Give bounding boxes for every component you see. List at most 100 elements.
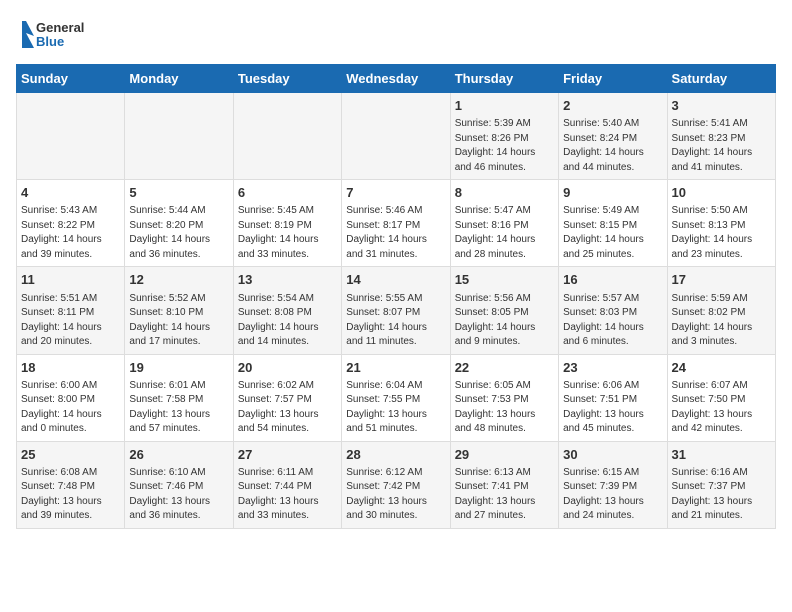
day-content: Sunrise: 5:47 AM Sunset: 8:16 PM Dayligh… [455, 204, 554, 262]
day-number: 31 [672, 446, 771, 464]
calendar-week-row: 11 Sunrise: 5:51 AM Sunset: 8:11 PM Dayli… [17, 267, 776, 354]
header: General Blue [16, 16, 776, 56]
day-content: Sunrise: 6:12 AM Sunset: 7:42 PM Dayligh… [346, 466, 445, 524]
day-number: 3 [672, 97, 771, 115]
day-number: 13 [238, 271, 337, 289]
day-number: 24 [672, 359, 771, 377]
day-number: 22 [455, 359, 554, 377]
calendar-cell [342, 93, 450, 180]
day-content: Sunrise: 5:39 AM Sunset: 8:26 PM Dayligh… [455, 117, 554, 175]
day-number: 8 [455, 184, 554, 202]
calendar-cell: 1 Sunrise: 5:39 AM Sunset: 8:26 PM Daylig… [450, 93, 558, 180]
header-tuesday: Tuesday [233, 65, 341, 93]
day-number: 11 [21, 271, 120, 289]
day-content: Sunrise: 6:15 AM Sunset: 7:39 PM Dayligh… [563, 466, 662, 524]
day-number: 14 [346, 271, 445, 289]
calendar-cell: 9Sunrise: 5:49 AM Sunset: 8:15 PM Daylig… [559, 180, 667, 267]
day-content: Sunrise: 5:51 AM Sunset: 8:11 PM Dayligh… [21, 292, 120, 350]
day-content: Sunrise: 5:43 AM Sunset: 8:22 PM Dayligh… [21, 204, 120, 262]
calendar-cell: 25Sunrise: 6:08 AM Sunset: 7:48 PM Dayli… [17, 441, 125, 528]
day-content: Sunrise: 5:41 AM Sunset: 8:23 PM Dayligh… [672, 117, 771, 175]
header-thursday: Thursday [450, 65, 558, 93]
day-content: Sunrise: 6:01 AM Sunset: 7:58 PM Dayligh… [129, 379, 228, 437]
calendar-week-row: 25Sunrise: 6:08 AM Sunset: 7:48 PM Dayli… [17, 441, 776, 528]
day-number: 21 [346, 359, 445, 377]
calendar-cell: 27 Sunrise: 6:11 AM Sunset: 7:44 PM Dayli… [233, 441, 341, 528]
day-content: Sunrise: 5:45 AM Sunset: 8:19 PM Dayligh… [238, 204, 337, 262]
calendar-cell: 12 Sunrise: 5:52 AM Sunset: 8:10 PM Dayli… [125, 267, 233, 354]
day-content: Sunrise: 6:11 AM Sunset: 7:44 PM Dayligh… [238, 466, 337, 524]
day-content: Sunrise: 6:04 AM Sunset: 7:55 PM Dayligh… [346, 379, 445, 437]
day-number: 27 [238, 446, 337, 464]
day-content: Sunrise: 6:13 AM Sunset: 7:41 PM Dayligh… [455, 466, 554, 524]
day-number: 17 [672, 271, 771, 289]
calendar-cell: 17 Sunrise: 5:59 AM Sunset: 8:02 PM Dayli… [667, 267, 775, 354]
day-number: 12 [129, 271, 228, 289]
day-number: 7 [346, 184, 445, 202]
day-content: Sunrise: 5:57 AM Sunset: 8:03 PM Dayligh… [563, 292, 662, 350]
day-number: 10 [672, 184, 771, 202]
day-number: 5 [129, 184, 228, 202]
day-content: Sunrise: 6:05 AM Sunset: 7:53 PM Dayligh… [455, 379, 554, 437]
header-friday: Friday [559, 65, 667, 93]
day-number: 29 [455, 446, 554, 464]
day-number: 23 [563, 359, 662, 377]
day-number: 20 [238, 359, 337, 377]
day-content: Sunrise: 6:16 AM Sunset: 7:37 PM Dayligh… [672, 466, 771, 524]
day-number: 2 [563, 97, 662, 115]
calendar-cell: 16 Sunrise: 5:57 AM Sunset: 8:03 PM Dayli… [559, 267, 667, 354]
logo: General Blue [16, 16, 86, 56]
calendar-cell: 3 Sunrise: 5:41 AM Sunset: 8:23 PM Daylig… [667, 93, 775, 180]
calendar-cell: 5 Sunrise: 5:44 AM Sunset: 8:20 PM Daylig… [125, 180, 233, 267]
day-content: Sunrise: 6:07 AM Sunset: 7:50 PM Dayligh… [672, 379, 771, 437]
day-number: 30 [563, 446, 662, 464]
calendar-cell: 29 Sunrise: 6:13 AM Sunset: 7:41 PM Dayli… [450, 441, 558, 528]
day-content: Sunrise: 6:08 AM Sunset: 7:48 PM Dayligh… [21, 466, 120, 524]
day-number: 1 [455, 97, 554, 115]
calendar-cell: 10 Sunrise: 5:50 AM Sunset: 8:13 PM Dayli… [667, 180, 775, 267]
calendar-cell [233, 93, 341, 180]
day-number: 26 [129, 446, 228, 464]
day-content: Sunrise: 6:00 AM Sunset: 8:00 PM Dayligh… [21, 379, 120, 437]
calendar-cell: 24 Sunrise: 6:07 AM Sunset: 7:50 PM Dayli… [667, 354, 775, 441]
header-monday: Monday [125, 65, 233, 93]
calendar-cell: 2 Sunrise: 5:40 AM Sunset: 8:24 PM Daylig… [559, 93, 667, 180]
calendar-cell: 14 Sunrise: 5:55 AM Sunset: 8:07 PM Dayli… [342, 267, 450, 354]
calendar-cell: 28 Sunrise: 6:12 AM Sunset: 7:42 PM Dayli… [342, 441, 450, 528]
day-content: Sunrise: 5:59 AM Sunset: 8:02 PM Dayligh… [672, 292, 771, 350]
day-number: 18 [21, 359, 120, 377]
calendar-cell: 15 Sunrise: 5:56 AM Sunset: 8:05 PM Dayli… [450, 267, 558, 354]
calendar-cell: 19Sunrise: 6:01 AM Sunset: 7:58 PM Dayli… [125, 354, 233, 441]
day-content: Sunrise: 5:55 AM Sunset: 8:07 PM Dayligh… [346, 292, 445, 350]
day-number: 9 [563, 184, 662, 202]
calendar-cell: 18 Sunrise: 6:00 AM Sunset: 8:00 PM Dayli… [17, 354, 125, 441]
calendar-cell: 30 Sunrise: 6:15 AM Sunset: 7:39 PM Dayli… [559, 441, 667, 528]
day-content: Sunrise: 5:46 AM Sunset: 8:17 PM Dayligh… [346, 204, 445, 262]
calendar-cell: 20Sunrise: 6:02 AM Sunset: 7:57 PM Dayli… [233, 354, 341, 441]
day-content: Sunrise: 6:10 AM Sunset: 7:46 PM Dayligh… [129, 466, 228, 524]
calendar-table: SundayMondayTuesdayWednesdayThursdayFrid… [16, 64, 776, 529]
day-number: 28 [346, 446, 445, 464]
calendar-cell: 23 Sunrise: 6:06 AM Sunset: 7:51 PM Dayli… [559, 354, 667, 441]
svg-text:Blue: Blue [36, 34, 64, 49]
calendar-cell: 26 Sunrise: 6:10 AM Sunset: 7:46 PM Dayli… [125, 441, 233, 528]
calendar-cell: 13Sunrise: 5:54 AM Sunset: 8:08 PM Dayli… [233, 267, 341, 354]
header-saturday: Saturday [667, 65, 775, 93]
day-number: 15 [455, 271, 554, 289]
day-content: Sunrise: 5:50 AM Sunset: 8:13 PM Dayligh… [672, 204, 771, 262]
calendar-cell: 21 Sunrise: 6:04 AM Sunset: 7:55 PM Dayli… [342, 354, 450, 441]
day-content: Sunrise: 6:06 AM Sunset: 7:51 PM Dayligh… [563, 379, 662, 437]
calendar-cell [17, 93, 125, 180]
calendar-week-row: 18 Sunrise: 6:00 AM Sunset: 8:00 PM Dayli… [17, 354, 776, 441]
day-number: 16 [563, 271, 662, 289]
day-content: Sunrise: 5:56 AM Sunset: 8:05 PM Dayligh… [455, 292, 554, 350]
calendar-cell: 4Sunrise: 5:43 AM Sunset: 8:22 PM Daylig… [17, 180, 125, 267]
day-number: 6 [238, 184, 337, 202]
day-content: Sunrise: 5:40 AM Sunset: 8:24 PM Dayligh… [563, 117, 662, 175]
calendar-week-row: 1 Sunrise: 5:39 AM Sunset: 8:26 PM Daylig… [17, 93, 776, 180]
svg-text:General: General [36, 20, 84, 35]
calendar-cell: 7 Sunrise: 5:46 AM Sunset: 8:17 PM Daylig… [342, 180, 450, 267]
day-content: Sunrise: 5:44 AM Sunset: 8:20 PM Dayligh… [129, 204, 228, 262]
day-content: Sunrise: 5:52 AM Sunset: 8:10 PM Dayligh… [129, 292, 228, 350]
header-sunday: Sunday [17, 65, 125, 93]
